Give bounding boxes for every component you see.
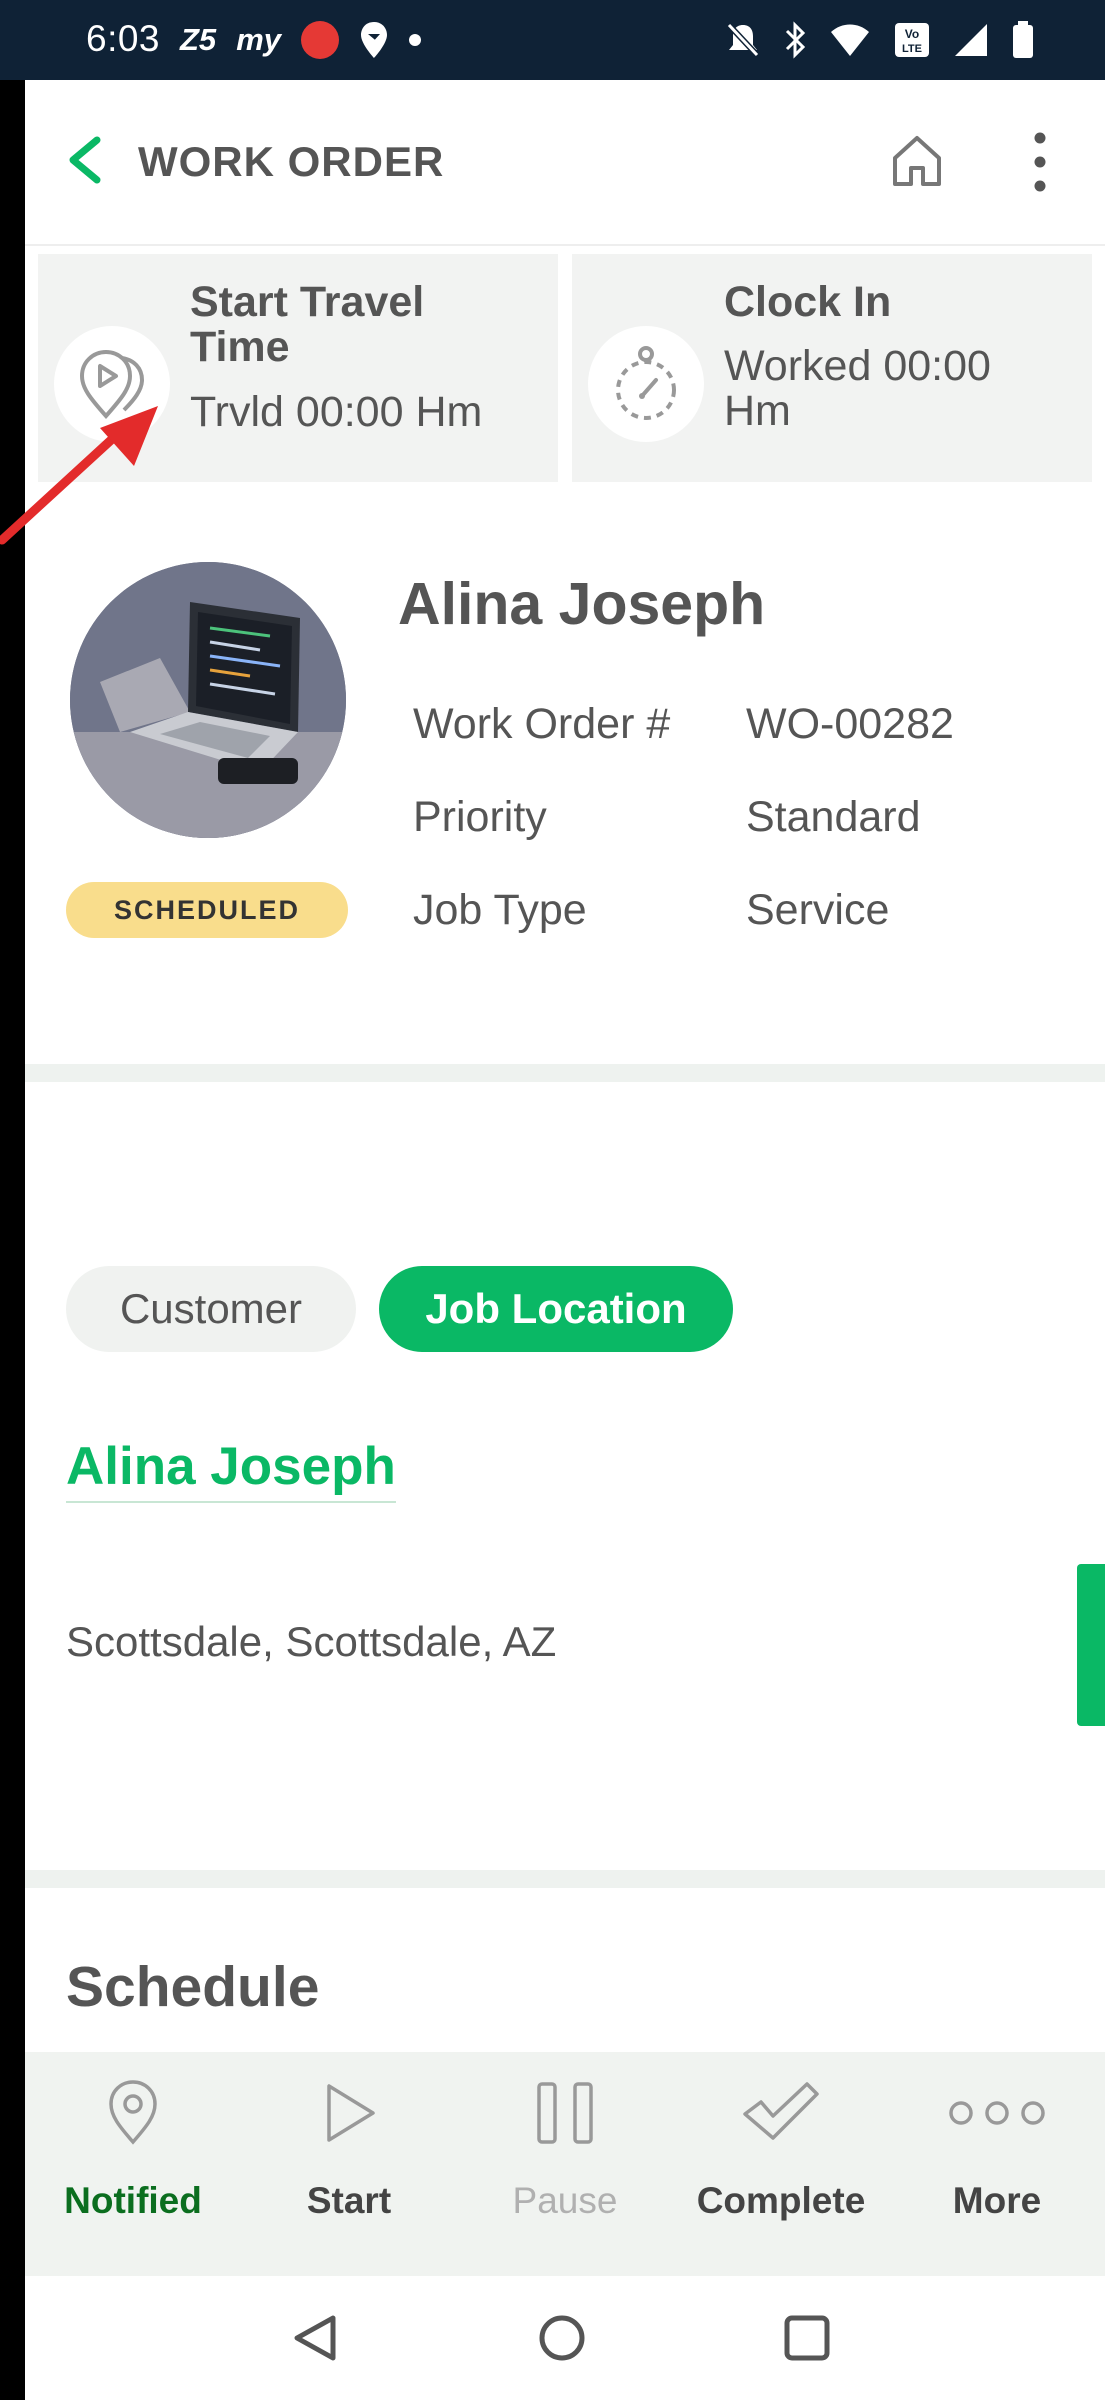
svg-text:LTE: LTE bbox=[902, 43, 922, 55]
wifi-icon bbox=[831, 24, 869, 56]
section-divider bbox=[25, 1870, 1105, 1888]
action-label: Complete bbox=[696, 2180, 866, 2221]
pause-icon bbox=[537, 2082, 593, 2144]
notification-icons: Z5 my bbox=[180, 18, 421, 62]
work-order-screen: 6:03 Z5 my Vo LTE WORK ORDER Start Travel… bbox=[0, 0, 1105, 2400]
action-label: Start bbox=[306, 2180, 392, 2221]
action-label: More bbox=[952, 2180, 1042, 2221]
more-action[interactable]: More bbox=[889, 2052, 1105, 2276]
detail-value: WO-00282 bbox=[746, 700, 954, 748]
my-app-icon: my bbox=[236, 22, 281, 57]
work-order-avatar bbox=[70, 562, 346, 838]
contact-name-link[interactable]: Alina Joseph bbox=[66, 1436, 396, 1503]
volte-icon: Vo LTE bbox=[895, 23, 929, 57]
detail-label: Priority bbox=[413, 793, 547, 841]
page-title: WORK ORDER bbox=[138, 138, 445, 185]
start-travel-title: Start Travel Time bbox=[190, 278, 425, 371]
status-time: 6:03 bbox=[86, 18, 161, 59]
address-text: Scottsdale, Scottsdale, AZ bbox=[66, 1618, 557, 1665]
nav-home-icon[interactable] bbox=[536, 2312, 588, 2364]
nav-back-icon[interactable] bbox=[289, 2312, 341, 2364]
checkmark-icon bbox=[743, 2082, 819, 2140]
more-dots-icon bbox=[949, 2101, 1045, 2125]
pause-action[interactable]: Pause bbox=[457, 2052, 673, 2276]
stopwatch-icon bbox=[616, 346, 676, 420]
red-annotation-arrow bbox=[0, 406, 158, 545]
left-edge-bar bbox=[0, 0, 25, 2400]
notified-action[interactable]: Notified bbox=[25, 2052, 241, 2276]
red-app-icon bbox=[301, 21, 339, 59]
action-label: Notified bbox=[64, 2180, 202, 2221]
more-notifications-dot bbox=[409, 34, 421, 46]
detail-value: Service bbox=[746, 886, 890, 934]
app-header: WORK ORDER bbox=[25, 80, 1105, 246]
svg-text:Vo: Vo bbox=[905, 27, 919, 41]
overflow-menu-icon[interactable] bbox=[1025, 130, 1055, 194]
nav-recents-icon[interactable] bbox=[781, 2312, 833, 2364]
worked-time: Worked 00:00 Hm bbox=[724, 342, 991, 435]
swiggy-app-icon bbox=[361, 22, 387, 58]
laptop-photo bbox=[70, 562, 346, 838]
detail-label: Work Order # bbox=[413, 700, 671, 748]
location-pin-icon bbox=[109, 2080, 157, 2145]
work-order-number-row: Work Order # WO-00282 bbox=[413, 700, 1093, 760]
priority-row: Priority Standard bbox=[413, 793, 1093, 853]
system-status-icons: Vo LTE bbox=[725, 18, 1035, 62]
job-location-tab[interactable]: Job Location bbox=[379, 1266, 733, 1352]
detail-label: Job Type bbox=[413, 886, 587, 934]
z5-app-icon: Z5 bbox=[180, 22, 217, 57]
travelled-time: Trvld 00:00 Hm bbox=[190, 388, 483, 436]
mute-icon bbox=[726, 22, 760, 58]
schedule-heading: Schedule bbox=[66, 1955, 320, 2019]
customer-tab[interactable]: Customer bbox=[66, 1266, 356, 1352]
signal-icon bbox=[955, 24, 987, 56]
status-badge: SCHEDULED bbox=[66, 882, 348, 938]
clock-icon-circle bbox=[588, 326, 704, 442]
section-divider bbox=[25, 1064, 1105, 1082]
status-bar: 6:03 Z5 my Vo LTE bbox=[0, 0, 1105, 80]
side-drawer-handle[interactable] bbox=[1077, 1564, 1105, 1726]
system-nav-bar bbox=[25, 2276, 1105, 2400]
battery-icon bbox=[1013, 21, 1033, 58]
home-icon[interactable] bbox=[887, 130, 947, 190]
customer-name: Alina Joseph bbox=[398, 571, 766, 637]
action-bar: Notified Start Pause Complete More bbox=[25, 2052, 1105, 2276]
detail-value: Standard bbox=[746, 793, 921, 841]
clock-in-title: Clock In bbox=[724, 278, 892, 326]
back-arrow-icon[interactable] bbox=[53, 128, 117, 192]
start-action[interactable]: Start bbox=[241, 2052, 457, 2276]
clock-in-card[interactable]: Clock In Worked 00:00 Hm bbox=[572, 254, 1092, 482]
job-type-row: Job Type Service bbox=[413, 886, 1093, 946]
action-label: Pause bbox=[512, 2180, 618, 2221]
bluetooth-icon bbox=[785, 21, 806, 59]
play-icon bbox=[327, 2084, 375, 2142]
complete-action[interactable]: Complete bbox=[673, 2052, 889, 2276]
